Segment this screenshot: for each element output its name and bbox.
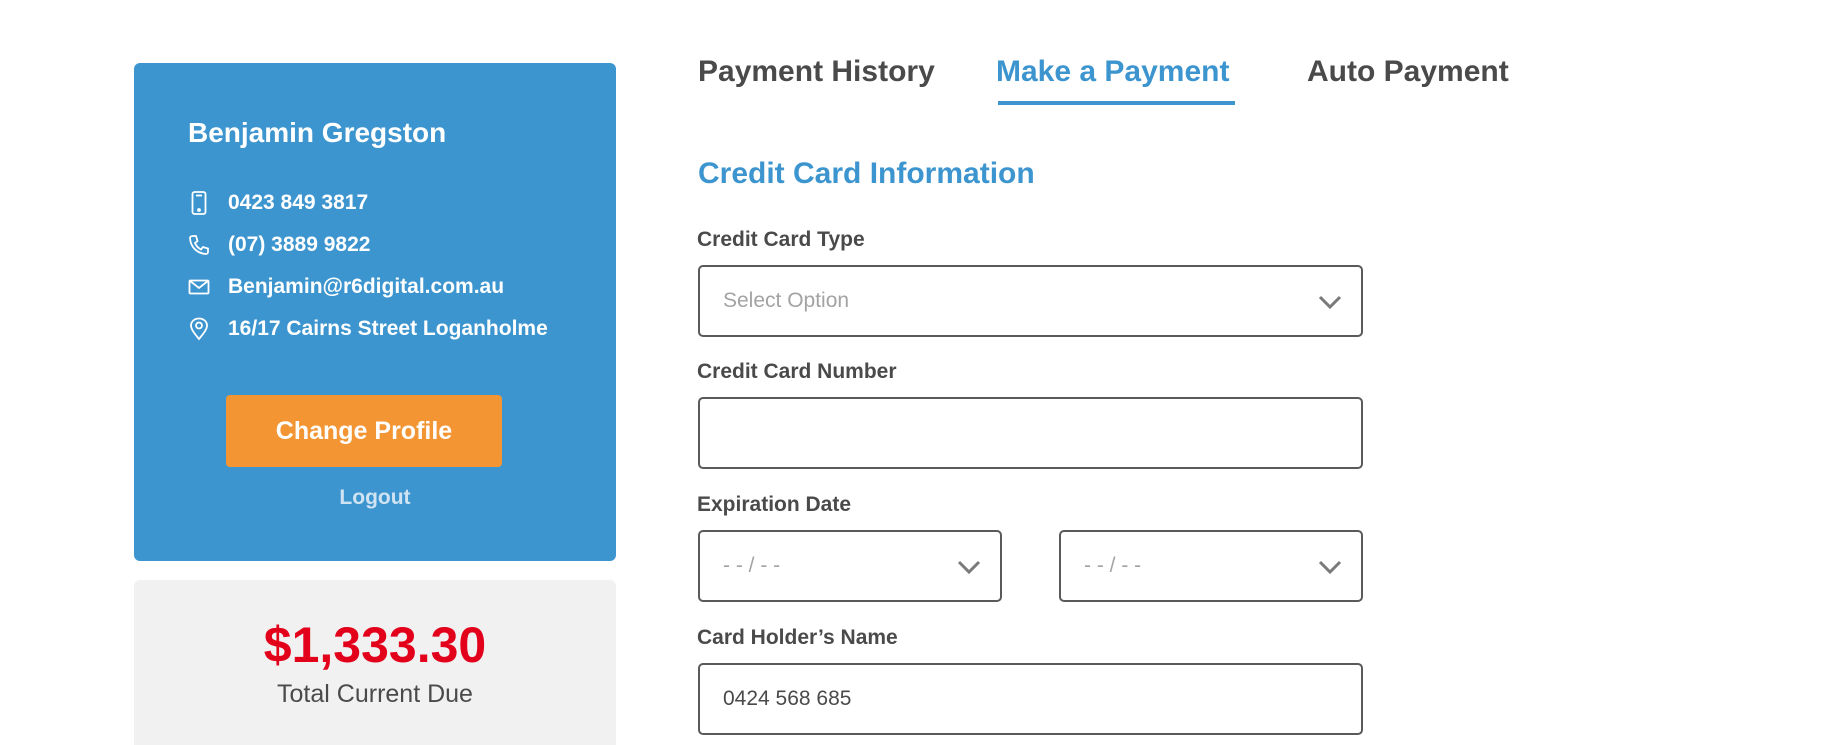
chevron-down-icon	[1317, 291, 1343, 313]
contact-email: Benjamin@r6digital.com.au	[188, 272, 504, 302]
total-due-label: Total Current Due	[277, 680, 473, 708]
location-pin-icon	[188, 316, 210, 342]
tab-auto-payment[interactable]: Auto Payment	[1307, 55, 1509, 89]
change-profile-button[interactable]: Change Profile	[226, 395, 502, 467]
logout-link[interactable]: Logout	[134, 486, 616, 510]
total-due-amount: $1,333.30	[263, 617, 487, 673]
envelope-icon	[188, 274, 210, 300]
card-holder-name-label: Card Holder’s Name	[697, 626, 898, 649]
card-type-label: Credit Card Type	[697, 228, 865, 251]
tab-payment-history[interactable]: Payment History	[698, 55, 935, 89]
profile-name: Benjamin Gregston	[188, 117, 447, 148]
expiration-year-placeholder: - - / - -	[1084, 554, 1142, 577]
card-type-placeholder: Select Option	[723, 289, 850, 312]
contact-mobile-text: 0423 849 3817	[228, 191, 369, 214]
contact-phone: (07) 3889 9822	[188, 230, 370, 260]
phone-icon	[188, 232, 210, 258]
balance-card: $1,333.30 Total Current Due	[134, 580, 616, 745]
expiration-date-label: Expiration Date	[697, 493, 852, 516]
tab-make-a-payment[interactable]: Make a Payment	[996, 55, 1229, 89]
section-title: Credit Card Information	[698, 157, 1035, 190]
mobile-phone-icon	[188, 190, 210, 216]
contact-phone-text: (07) 3889 9822	[228, 233, 371, 256]
chevron-down-icon	[1317, 556, 1343, 578]
expiration-month-placeholder: - - / - -	[723, 554, 781, 577]
card-holder-name-input[interactable]	[698, 663, 1363, 735]
card-number-label: Credit Card Number	[697, 360, 897, 383]
expiration-year-select[interactable]: - - / - -	[1059, 530, 1363, 602]
active-tab-indicator	[998, 101, 1235, 105]
card-type-select[interactable]: Select Option	[698, 265, 1363, 337]
contact-email-text[interactable]: Benjamin@r6digital.com.au	[228, 275, 504, 299]
contact-address: 16/17 Cairns Street Loganholme	[188, 314, 548, 344]
profile-card: Benjamin Gregston 0423 849 3817 (07) 388…	[134, 63, 616, 561]
contact-address-text: 16/17 Cairns Street Loganholme	[228, 317, 548, 340]
contact-mobile: 0423 849 3817	[188, 188, 368, 218]
chevron-down-icon	[956, 556, 982, 578]
expiration-month-select[interactable]: - - / - -	[698, 530, 1002, 602]
card-number-input[interactable]	[698, 397, 1363, 469]
